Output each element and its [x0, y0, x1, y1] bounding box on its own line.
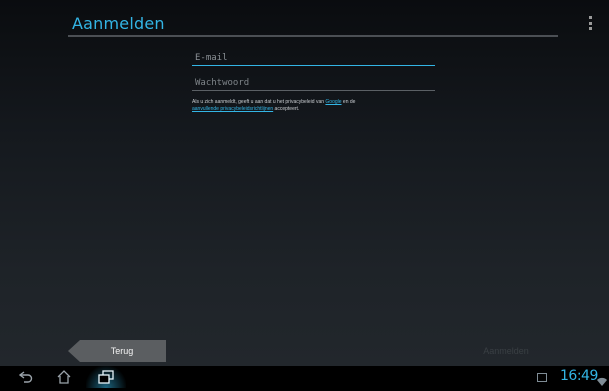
header-divider — [68, 35, 558, 37]
back-button-label: Terug — [110, 346, 134, 356]
signin-button[interactable]: Aanmelden — [476, 346, 536, 358]
additional-privacy-guidelines-link[interactable]: aanvullende privacybeleidsrichtlijnen — [192, 106, 273, 112]
google-privacy-link[interactable]: Google — [325, 99, 341, 105]
signin-screen: Aanmelden E-mail Wachtwoord Als u zich a… — [0, 0, 609, 388]
email-placeholder: E-mail — [195, 52, 228, 63]
status-clock: 16:49 — [560, 368, 598, 384]
image-notification-icon — [537, 373, 547, 382]
privacy-notice: Als u zich aanmeldt, geeft u aan dat u h… — [192, 99, 442, 113]
overflow-menu-icon[interactable] — [588, 16, 592, 30]
wifi-icon — [597, 372, 607, 386]
privacy-prefix: Als u zich aanmeldt, geeft u aan dat u h… — [192, 99, 326, 105]
page-title: Aanmelden — [72, 14, 165, 33]
home-icon[interactable] — [52, 366, 76, 388]
back-button[interactable]: Terug — [68, 340, 166, 362]
password-field[interactable]: Wachtwoord — [192, 75, 435, 91]
system-navigation-bar — [0, 366, 609, 388]
privacy-middle: en de — [341, 99, 356, 105]
back-arrow-icon[interactable] — [14, 366, 38, 388]
recent-apps-icon[interactable] — [86, 366, 126, 388]
privacy-suffix: accepteert. — [273, 106, 300, 112]
password-placeholder: Wachtwoord — [195, 77, 250, 88]
email-field[interactable]: E-mail — [192, 50, 435, 66]
